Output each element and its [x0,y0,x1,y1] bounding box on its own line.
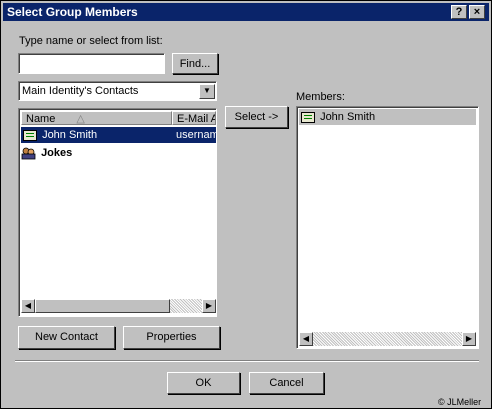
member-row[interactable]: John Smith [299,109,476,125]
source-dropdown[interactable]: Main Identity's Contacts ▼ [18,81,217,101]
window-title: Select Group Members [7,5,138,19]
contact-card-icon [23,129,37,141]
scroll-right-icon[interactable]: ▶ [202,299,216,313]
chevron-down-icon[interactable]: ▼ [199,84,215,99]
group-icon [21,147,36,160]
title-bar: Select Group Members ? × [3,3,489,21]
contact-name: Jokes [41,147,73,159]
close-button[interactable]: × [469,5,485,19]
column-header-email[interactable]: E-Mail A [172,111,216,125]
source-dropdown-value: Main Identity's Contacts [22,85,139,97]
members-hscrollbar[interactable]: ◀ ▶ [299,332,476,346]
members-list[interactable]: John Smith ◀ ▶ [296,106,479,349]
members-label: Members: [296,91,345,103]
credit-text: © JLMeller [438,397,482,407]
scroll-thumb[interactable] [35,299,170,313]
member-name: John Smith [320,111,376,123]
column-header-name[interactable]: Name △ [21,111,172,125]
contact-row[interactable]: Jokes [21,145,216,161]
select-button[interactable]: Select -> [225,106,288,128]
sort-ascending-icon: △ [76,113,85,125]
search-label: Type name or select from list: [19,35,163,47]
ok-button[interactable]: OK [167,372,240,394]
scroll-left-icon[interactable]: ◀ [299,332,313,346]
separator [15,360,479,362]
find-button[interactable]: Find... [172,53,218,74]
scroll-right-icon[interactable]: ▶ [462,332,476,346]
contact-email: usernam [176,129,216,141]
contacts-list[interactable]: Name △ E-Mail A John Smith usernam Jokes… [18,108,217,317]
properties-button[interactable]: Properties [123,326,220,349]
contact-name: John Smith [42,129,98,141]
contact-row[interactable]: John Smith usernam [21,127,216,143]
new-contact-button[interactable]: New Contact [18,326,115,349]
contacts-hscrollbar[interactable]: ◀ ▶ [21,299,216,313]
contact-card-icon [301,111,315,123]
search-input[interactable] [18,53,165,74]
dialog-window: Select Group Members ? × Type name or se… [0,0,492,409]
help-button[interactable]: ? [451,5,467,19]
scroll-left-icon[interactable]: ◀ [21,299,35,313]
cancel-button[interactable]: Cancel [249,372,324,394]
